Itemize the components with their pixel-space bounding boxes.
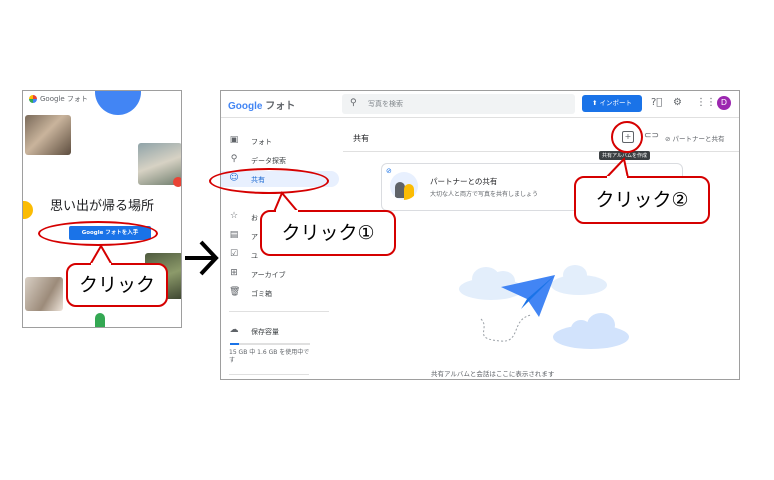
sidebar-item-archive[interactable]: ⊞ アーカイブ [221,266,339,282]
cloud-right-bottom [553,313,629,349]
page-title: 共有 [353,134,369,143]
sidebar-item-label: ゴミ箱 [251,290,272,298]
sidebar-item-trash[interactable]: 🗑 ゴミ箱 [221,285,339,301]
callout-click-one: クリック① [260,210,396,256]
sidebar-item-label: 保存容量 [251,328,279,336]
callout-click-two: クリック② [574,176,710,224]
google-photos-logo[interactable]: Google フォト [228,97,295,112]
storage-detail: 15 GB 中 1.6 GB を使用中です [229,349,310,364]
callout-pointer-mask [276,210,298,213]
app-logo: Google フォト [29,94,88,104]
green-decor [95,313,105,327]
right-arrow-icon [185,240,219,276]
app-logo-text: Google フォト [40,95,88,103]
cloud-icon: ☁ [229,325,239,335]
callout-click-left: クリック [66,263,168,307]
sidebar-item-label: ア [251,233,258,241]
empty-state-illustration [459,265,629,349]
partner-illustration [390,172,418,200]
highlight-oval-sharing [209,168,329,194]
partner-share-button[interactable]: ⊘ パートナーと共有 [665,133,725,143]
partner-share-label: パートナーと共有 [672,135,725,143]
apps-grid-icon[interactable]: ⋮⋮ [696,97,716,108]
callout-pointer-mask [607,176,627,179]
partner-icon: ⊘ [665,135,671,143]
help-icon[interactable]: ?⃝ [651,97,662,108]
card-title: パートナーとの共有 [430,177,498,186]
trash-icon: 🗑 [229,287,241,297]
utility-icon: ☑ [229,249,239,259]
highlight-oval-get-app [38,221,158,246]
sidebar-item-label: フォト [251,138,272,146]
sidebar-item-label: ユ [251,252,258,260]
blue-circle-decor [95,91,141,115]
pinwheel-icon [29,95,37,103]
album-icon: ▤ [229,230,239,240]
sidebar-divider [229,311,329,312]
paper-plane-trail [480,314,532,342]
photo-couple [25,115,71,155]
settings-gear-icon[interactable]: ⚙ [673,97,682,108]
red-corner-decor [173,177,181,187]
photo-kitchen [25,277,63,311]
avatar[interactable]: D [717,96,731,110]
sidebar-item-label: アーカイブ [251,271,286,279]
storage-bar [230,343,310,345]
top-bar: Google フォト ⚲ 写真を検索 ⬆ インポート ?⃝ ⚙ ⋮⋮ D [221,91,739,118]
highlight-circle-create-album [611,121,643,153]
archive-icon: ⊞ [230,268,238,278]
search-placeholder: 写真を検索 [368,100,403,108]
search-icon: ⚲ [350,98,357,108]
sidebar-divider-bottom [229,374,309,375]
empty-state-text: 共有アルバムと会話はここに表示されます [431,370,555,378]
card-subtitle: 大切な人と両方で写真を共有しましょう [430,191,539,198]
logo-photos: フォト [262,101,296,112]
sidebar-item-explore[interactable]: ⚲ データ探索 [221,152,339,168]
callout-pointer-mask [91,263,111,266]
search-input[interactable]: ⚲ 写真を検索 [342,94,575,114]
link-icon[interactable]: ⊂⊃ [644,131,659,141]
import-button[interactable]: ⬆ インポート [582,95,642,112]
partner-badge-icon: ⊘ [386,167,392,175]
photo-icon: ▣ [229,135,239,145]
sidebar-item-label: お [251,214,258,222]
headline: 思い出が帰る場所 [49,199,154,214]
star-icon: ☆ [229,211,239,221]
search-icon: ⚲ [230,154,238,164]
cloud-right-top [551,265,607,295]
sidebar-item-label: データ探索 [251,157,286,165]
storage-bar-fill [230,343,239,345]
header-divider [343,151,739,152]
sidebar-item-photos[interactable]: ▣ フォト [221,133,339,149]
sidebar-item-storage[interactable]: ☁ 保存容量 [221,323,339,339]
cloud-left [459,267,523,300]
logo-google: Google [228,101,263,112]
